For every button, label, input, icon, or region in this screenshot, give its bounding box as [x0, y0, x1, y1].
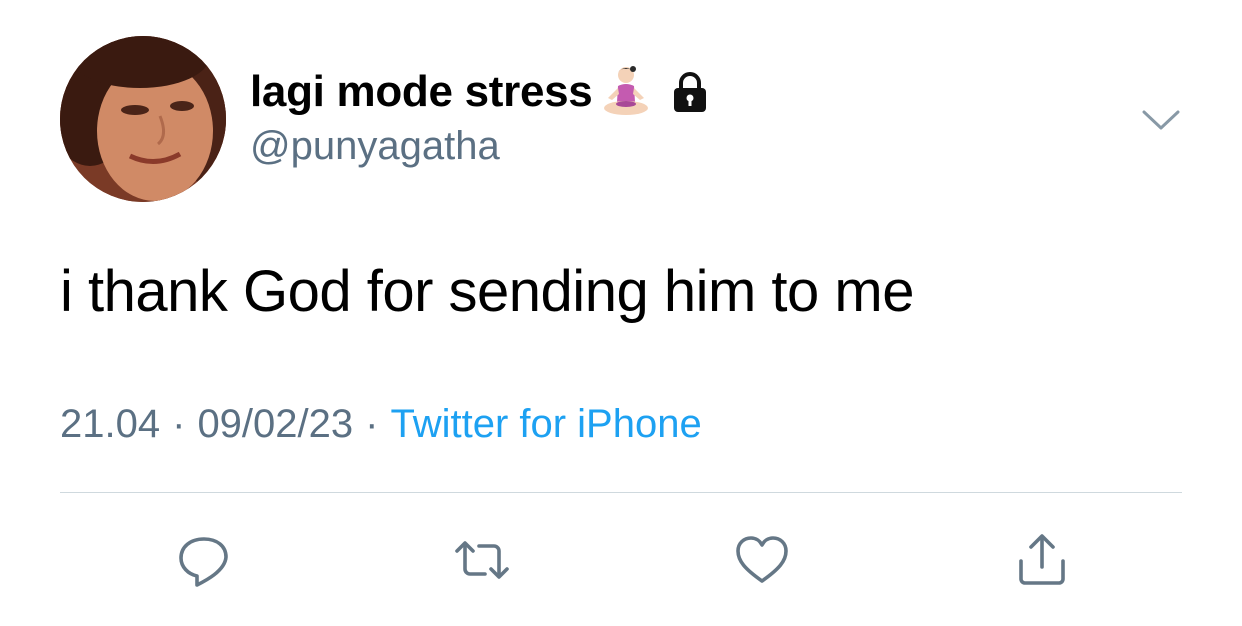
meta-separator: · — [365, 402, 379, 446]
share-icon — [1019, 534, 1065, 585]
like-icon — [736, 536, 788, 583]
display-name[interactable]: lagi mode stress — [250, 67, 593, 117]
chevron-down-icon[interactable] — [1140, 104, 1182, 136]
display-name-row: lagi mode stress — [250, 64, 712, 120]
avatar[interactable] — [60, 36, 226, 202]
retweet-icon — [455, 541, 509, 579]
user-handle[interactable]: @punyagatha — [250, 124, 500, 169]
reply-icon — [179, 537, 228, 587]
lock-icon — [674, 72, 707, 112]
profile-photo — [60, 36, 226, 202]
share-button[interactable] — [1010, 528, 1074, 592]
meta-separator: · — [172, 402, 186, 446]
tweet-date[interactable]: 09/02/23 — [197, 402, 353, 447]
divider — [60, 492, 1182, 493]
tweet-metadata: 21.04 · 09/02/23 · Twitter for iPhone — [60, 402, 702, 447]
tweet-text: i thank God for sending him to me — [60, 259, 914, 324]
reply-button[interactable] — [172, 528, 236, 592]
tweet-time[interactable]: 21.04 — [60, 402, 160, 447]
tweet-source-link[interactable]: Twitter for iPhone — [390, 402, 701, 447]
retweet-button[interactable] — [450, 528, 514, 592]
tweet-card: lagi mode stress @punyagatha i thank God… — [0, 0, 1242, 626]
like-button[interactable] — [730, 528, 794, 592]
person-in-lotus-position-icon — [604, 66, 649, 115]
